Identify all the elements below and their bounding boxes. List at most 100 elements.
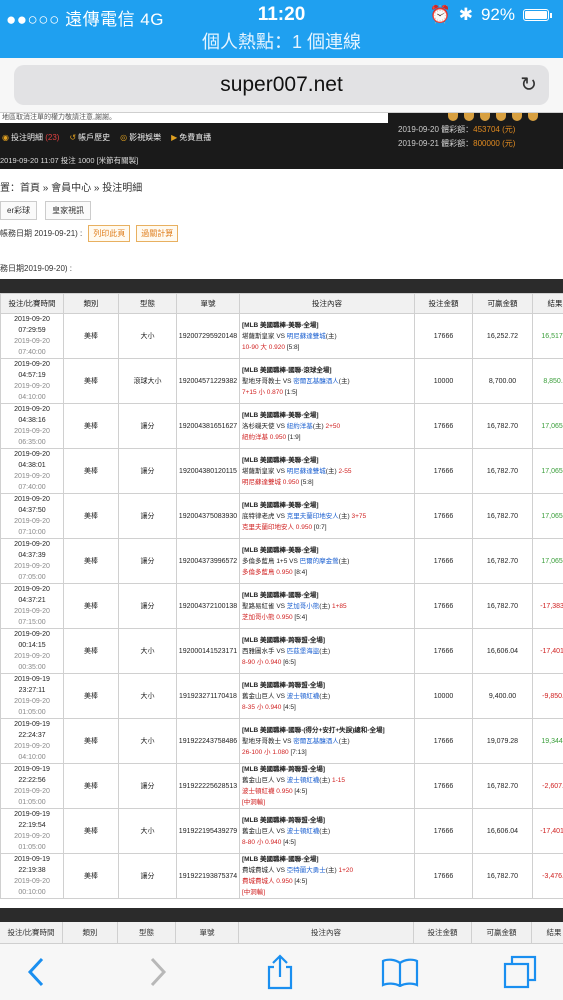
reload-icon[interactable]: ↻: [520, 65, 537, 105]
cell-result: 17,065.3: [532, 448, 563, 494]
league: [MLB 美國職棒-跨聯盟-全場]: [242, 636, 326, 644]
cell-time: 2019-09-20 00:14:15 2019-09-20 00:35:00: [0, 628, 64, 674]
video-icon: ◎: [120, 133, 128, 142]
league: [MLB 美國職棒-美聯-全場]: [242, 411, 319, 419]
bet-time: 23:27:11: [18, 687, 46, 694]
address-bar[interactable]: super007.net ↻: [14, 65, 549, 105]
cell-category: 美棒: [63, 358, 119, 404]
col-content: 投注內容: [239, 293, 415, 314]
draw-summary: 2019-09-20 體彩額：453704 (元) 2019-09-21 體彩額…: [398, 123, 515, 151]
menu-live[interactable]: ▶ 免費直播: [171, 132, 211, 143]
home-marker: (主): [325, 332, 337, 340]
pick-line: 7+15 小 0.870 [1:5]: [242, 387, 414, 398]
league: [MLB 美國職棒-美聯-全場]: [242, 456, 319, 464]
pick-line: 費城費城人 0.950 [4:5]: [242, 876, 414, 887]
bet-date: 2019-09-20: [14, 496, 50, 503]
score: [4:5]: [294, 878, 308, 885]
status-bar: ●●○○○ 遠傳電信 4G 11:20 ⏰ ✱ 92% 個人熱點：1 個連線: [0, 0, 563, 58]
share-icon[interactable]: [260, 954, 300, 990]
browser-address-area: super007.net ↻: [0, 58, 563, 113]
home-team: 舊金山巨人: [242, 777, 275, 784]
foot-col: 投注/比賽時間: [0, 922, 63, 943]
tab-royal-video[interactable]: 皇家視訊: [45, 201, 92, 220]
cell-category: 美棒: [63, 538, 119, 584]
away-team: 明尼蘇達雙城: [286, 467, 326, 475]
pick-line: 8-35 小 0.940 [4:5]: [242, 702, 414, 713]
cell-win: 16,782.70: [472, 763, 533, 809]
pick-line: 芝加哥小熊 0.950 [5:4]: [242, 612, 414, 623]
bet-date: 2019-09-20: [14, 586, 50, 593]
menu-bet-list[interactable]: ◉ 投注明細 (23): [2, 132, 59, 143]
score: [6:5]: [283, 658, 296, 666]
pick-line: 8-90 小 0.940 [6:5]: [242, 657, 414, 668]
menu-video[interactable]: ◎ 影視娛樂: [120, 132, 161, 143]
browser-toolbar: [0, 943, 563, 1000]
print-button[interactable]: 列印此頁: [88, 225, 131, 242]
foot-col: 單號: [176, 922, 239, 943]
cell-category: 美棒: [63, 673, 119, 719]
tab-lottery[interactable]: er彩球: [0, 201, 38, 220]
game-time: 04:10:00: [18, 754, 46, 761]
cell-result: -2,607.5: [532, 763, 563, 809]
home-marker: (主): [338, 377, 350, 385]
bet-date: 2019-09-19: [14, 721, 50, 728]
cell-ticket: 191922193875374: [176, 853, 240, 899]
cell-win: 16,782.70: [472, 538, 533, 584]
bet-date: 2019-09-19: [14, 766, 50, 773]
bet-time: 04:37:39: [18, 552, 46, 559]
bet-time: 07:29:59: [18, 327, 46, 334]
member-menu: ◉ 投注明細 (23) ↺ 帳戶歷史 ◎ 影視娛樂 ▶ 免費直播: [2, 132, 211, 143]
league: [MLB 美國職棒-國聯-(得分+安打+失誤)總和-全場]: [242, 726, 385, 734]
back-icon[interactable]: [16, 954, 56, 990]
pick: 8-35 小 0.940: [242, 703, 282, 711]
cell-content: [MLB 美國職棒-跨聯盟-全場] 西雅圖水手 VS 匹茲堡海盜(主) 8-90 …: [239, 628, 415, 674]
game-date: 2019-09-20: [14, 608, 50, 615]
cell-result: 17,065.3: [532, 538, 563, 584]
home-team: 聖路易紅雀: [242, 602, 275, 610]
col-ticket: 單號: [176, 293, 240, 314]
pick: 7+15 小 0.870: [242, 388, 284, 396]
cell-result: -9,850.0: [532, 673, 563, 719]
game-time: 04:10:00: [18, 394, 46, 401]
game-date: 2019-09-20: [14, 428, 50, 435]
pick-line: 26-100 小 1.080 [7:13]: [242, 747, 414, 758]
vs-label: VS: [276, 867, 285, 874]
home-team: 舊金山巨人: [242, 827, 275, 835]
tabs-icon[interactable]: [500, 954, 540, 990]
cell-content: [MLB 美國職棒-美聯-全場] 堪薩斯皇家 VS 明尼蘇達雙城(主) 2-55 明…: [239, 448, 415, 494]
menu-history[interactable]: ↺ 帳戶歷史: [69, 132, 110, 143]
parlay-calc-button[interactable]: 過關計算: [136, 225, 179, 242]
cell-content: [MLB 美國職棒-國聯-全場] 費城費城人 VS 亞特蘭大勇士(主) 1+20 費…: [239, 853, 415, 899]
cell-content: [MLB 美國職棒-美聯-全場] 堪薩斯皇家 VS 明尼蘇達雙城(主) 10-90…: [239, 313, 415, 359]
url-text: super007.net: [220, 73, 343, 96]
away-team: 波士頓紅襪: [286, 827, 320, 835]
vs-label: VS: [276, 777, 285, 784]
bookmarks-icon[interactable]: [380, 954, 420, 990]
cell-result: -17,383.3: [532, 583, 563, 629]
pick-line: 8-80 小 0.940 [4:5]: [242, 837, 414, 848]
score: [1:9]: [287, 433, 301, 441]
cell-category: 美棒: [63, 718, 119, 764]
cell-result: 17,065.3: [532, 403, 563, 449]
date-filter: 帳務日期 2019-09-21) : 列印此頁 過關計算: [0, 225, 179, 242]
home-marker: (主): [325, 867, 337, 874]
home-marker: (主): [319, 647, 331, 655]
cell-ticket: 192004381651627: [176, 403, 240, 449]
cell-result: 8,850.0: [532, 358, 563, 404]
game-time: 07:40:00: [18, 349, 46, 356]
cell-type: 讓分: [118, 763, 177, 809]
cell-amount: 17666: [414, 763, 473, 809]
settle-note: [中洞輸]: [242, 799, 266, 806]
foot-col: 投注金額: [414, 922, 472, 943]
hotspot-banner[interactable]: 個人熱點：1 個連線: [0, 28, 563, 54]
cell-ticket: 192004375083930: [176, 493, 240, 539]
cell-win: 9,400.00: [472, 673, 533, 719]
cell-category: 美棒: [63, 853, 119, 899]
draw-label: 體彩額：: [441, 125, 474, 134]
home-marker: (主): [319, 602, 331, 610]
league: [MLB 美國職棒-國聯-全場]: [242, 591, 319, 599]
bet-time: 22:24:37: [18, 732, 46, 739]
bet-date: 2019-09-20: [14, 451, 50, 458]
game-time: 07:15:00: [18, 619, 46, 626]
forward-icon[interactable]: [138, 954, 178, 990]
